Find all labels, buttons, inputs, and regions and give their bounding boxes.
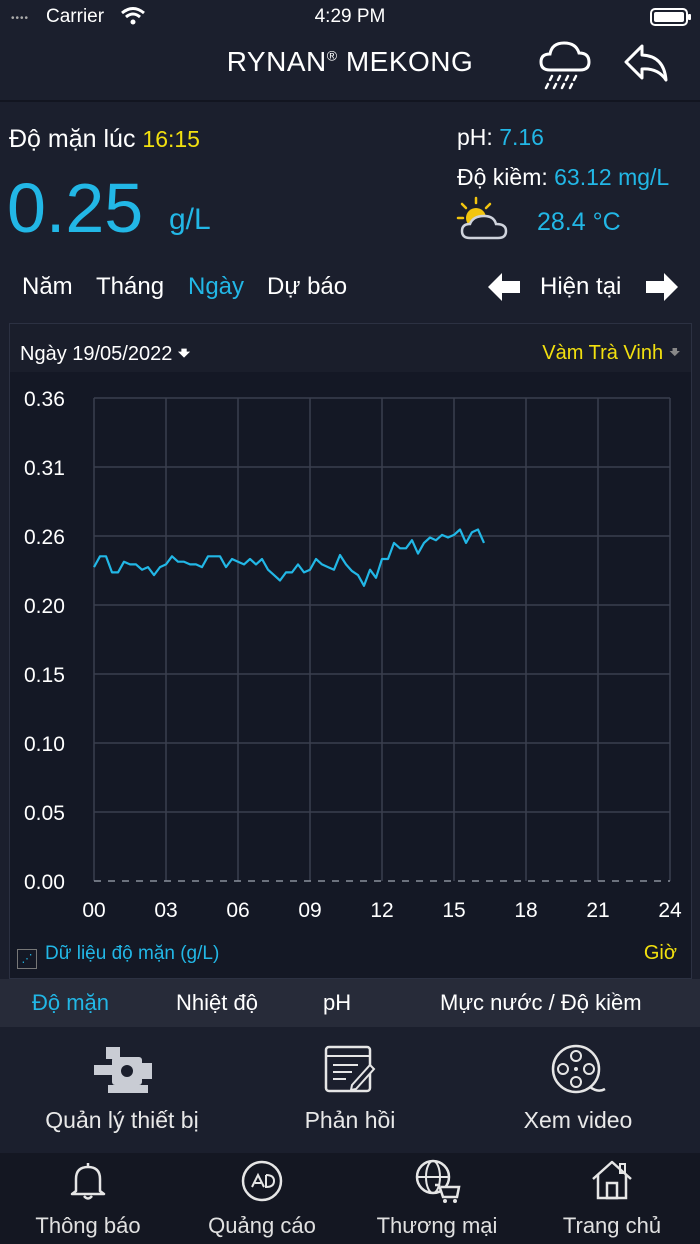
feedback-icon — [324, 1045, 376, 1093]
y-tick-label: 0.10 — [24, 733, 65, 756]
chart-header: Ngày 19/05/2022 🠻 Vàm Trà Vinh 🠻 — [10, 324, 691, 372]
nav-commerce[interactable]: Thương mại — [349, 1153, 525, 1244]
x-tick-label: 12 — [370, 899, 393, 922]
tab-year[interactable]: Năm — [22, 273, 73, 301]
x-tick-label: 21 — [586, 899, 609, 922]
app-header: RYNAN® MEKONG — [0, 34, 700, 102]
x-tick-label: 18 — [514, 899, 537, 922]
chart-panel: Ngày 19/05/2022 🠻 Vàm Trà Vinh 🠻 00 03 06 0… — [9, 323, 692, 979]
x-axis-label: Giờ — [643, 942, 677, 964]
nav-home[interactable]: Trang chủ — [524, 1153, 700, 1244]
app-title: RYNAN® MEKONG — [0, 46, 700, 78]
chart-legend[interactable]: ⋰ Dữ liệu độ mặn (g/L) — [17, 943, 219, 969]
x-tick-label: 06 — [226, 899, 249, 922]
ph-value: 7.16 — [499, 124, 544, 150]
status-time: 4:29 PM — [314, 6, 386, 27]
x-tick-label: 15 — [442, 899, 465, 922]
salinity-unit: g/L — [169, 203, 211, 236]
legend-icon: ⋰ — [17, 949, 37, 969]
metric-tabs: Độ mặn Nhiệt độ pH Mực nước / Độ kiềm — [0, 979, 700, 1027]
salinity-series-line — [93, 528, 486, 587]
nav-ads[interactable]: Quảng cáo — [174, 1153, 350, 1244]
globe-cart-icon — [415, 1159, 461, 1203]
station-arrow-icon: 🠻 — [668, 342, 681, 364]
bottom-navigation: Thông báo Quảng cáo Thương mại Trang chủ — [0, 1153, 700, 1244]
date-selector[interactable]: Ngày 19/05/2022 🠻 — [20, 339, 190, 373]
arrow-down-icon: 🠻 — [177, 343, 191, 365]
prev-arrow-icon[interactable] — [486, 271, 522, 303]
nav-notifications[interactable]: Thông báo — [0, 1153, 176, 1244]
salinity-label: Độ mặn lúc — [9, 125, 136, 153]
status-bar: •••• Carrier 4:29 PM — [0, 0, 700, 34]
y-tick-label: 0.36 — [24, 388, 65, 411]
tab-salinity[interactable]: Độ mặn — [32, 990, 109, 1016]
nav-ads-label: Quảng cáo — [208, 1213, 316, 1238]
y-tick-label: 0.00 — [24, 871, 65, 894]
y-tick-label: 0.26 — [24, 526, 65, 549]
y-tick-label: 0.05 — [24, 802, 65, 825]
y-tick-label: 0.15 — [24, 664, 65, 687]
feedback-label: Phản hồi — [304, 1107, 396, 1133]
salinity-line-chart: 00 03 06 09 12 15 18 21 24 0.36 0.31 0.26 0.20 0.15 0.… — [24, 388, 682, 922]
device-management-label: Quản lý thiết bị — [45, 1107, 199, 1133]
pump-icon — [94, 1047, 152, 1093]
feedback-button[interactable]: Phản hồi — [230, 1041, 470, 1151]
ph-row: pH: 7.16 — [457, 124, 544, 151]
salinity-label-row: Độ mặn lúc 16:15 — [9, 125, 200, 154]
ph-label: pH: — [457, 124, 493, 150]
title-rest: MEKONG — [337, 46, 474, 77]
watch-video-button[interactable]: Xem video — [458, 1041, 698, 1151]
x-tick-label: 00 — [82, 899, 105, 922]
watch-video-label: Xem video — [523, 1107, 633, 1133]
home-icon — [592, 1160, 632, 1200]
title-mark: ® — [326, 47, 338, 64]
legend-label: Dữ liệu độ mặn (g/L) — [45, 943, 220, 964]
salinity-time: 16:15 — [142, 126, 200, 152]
rain-cloud-icon[interactable] — [538, 38, 592, 90]
film-reel-icon — [551, 1044, 606, 1094]
alkalinity-value: 63.12 mg/L — [554, 164, 670, 190]
y-tick-label: 0.20 — [24, 595, 65, 618]
tab-water-level[interactable]: Mực nước / Độ kiềm — [440, 990, 642, 1016]
sun-cloud-icon — [456, 196, 508, 240]
battery-icon — [650, 8, 691, 26]
tab-forecast[interactable]: Dự báo — [267, 273, 347, 301]
device-management-button[interactable]: Quản lý thiết bị — [2, 1041, 242, 1151]
tab-temperature[interactable]: Nhiệt độ — [176, 990, 258, 1016]
tab-day[interactable]: Ngày — [188, 273, 244, 301]
tab-ph[interactable]: pH — [323, 990, 351, 1016]
action-shortcuts: Quản lý thiết bị Phản hồi Xem video — [0, 1027, 700, 1153]
x-tick-label: 03 — [154, 899, 177, 922]
x-tick-label: 09 — [298, 899, 321, 922]
title-brand: RYNAN — [226, 46, 327, 77]
salinity-value: 0.25 — [7, 169, 144, 247]
station-name: Vàm Trà Vinh — [542, 342, 664, 364]
alkalinity-row: Độ kiềm: 63.12 mg/L — [457, 164, 669, 191]
nav-home-label: Trang chủ — [562, 1213, 662, 1238]
current-label[interactable]: Hiện tại — [540, 273, 621, 301]
next-arrow-icon[interactable] — [644, 271, 680, 303]
bell-icon — [70, 1163, 106, 1200]
x-tick-label: 24 — [658, 899, 682, 922]
nav-commerce-label: Thương mại — [376, 1213, 498, 1238]
ads-icon — [241, 1160, 283, 1202]
chart-date: Ngày 19/05/2022 — [20, 343, 173, 365]
tab-month[interactable]: Tháng — [96, 273, 164, 301]
alkalinity-label: Độ kiềm: — [457, 164, 548, 190]
nav-notifications-label: Thông báo — [35, 1213, 141, 1238]
temperature-value: 28.4 °C — [537, 208, 621, 236]
back-arrow-icon[interactable] — [622, 42, 670, 84]
station-selector[interactable]: Vàm Trà Vinh 🠻 — [542, 338, 681, 372]
y-tick-label: 0.31 — [24, 457, 65, 480]
